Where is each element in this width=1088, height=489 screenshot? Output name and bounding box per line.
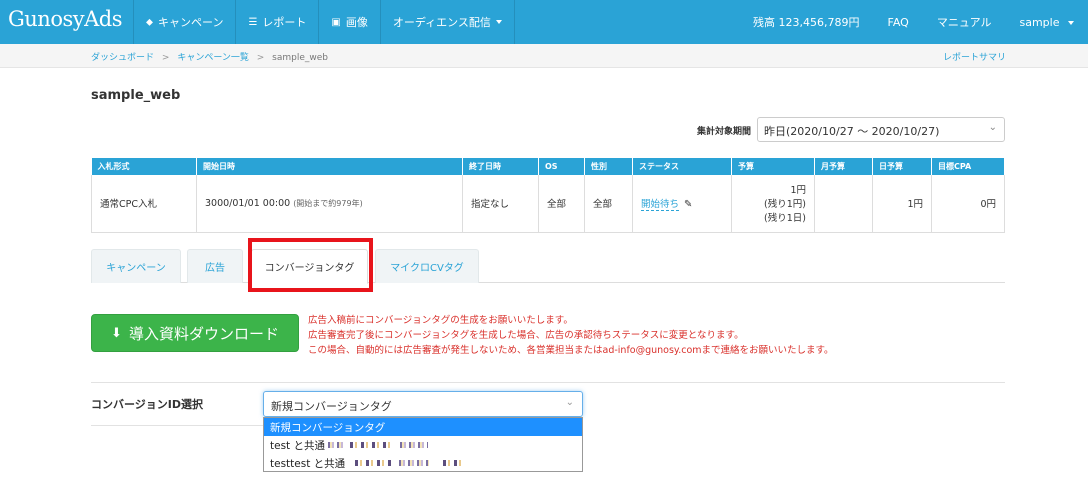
- top-navbar: GunosyAds ⬥ キャンペーン ☰ レポート ▣ 画像 オーディエンス配信…: [0, 0, 1088, 44]
- notice-line: この場合、自動的には広告審査が発生しないため、各営業担当またはad-info@g…: [308, 345, 834, 356]
- nav-audience-label: オーディエンス配信: [392, 16, 491, 29]
- redacted-text: [399, 460, 430, 466]
- cell-os: 全部: [538, 175, 585, 233]
- start-datetime: 3000/01/01 00:00: [205, 197, 291, 209]
- start-note: (開始まで約979年): [293, 198, 363, 208]
- nav-manual[interactable]: マニュアル: [923, 14, 1006, 30]
- budget-remaining: (残り1円): [764, 199, 806, 211]
- option-new-conversion-tag[interactable]: 新規コンバージョンタグ: [264, 418, 582, 436]
- breadcrumb-separator: >: [161, 53, 170, 63]
- nav-faq[interactable]: FAQ: [874, 16, 923, 29]
- cell-status: 開始待ち ✎: [632, 175, 732, 233]
- conversion-id-label: コンバージョンID選択: [91, 398, 204, 411]
- redacted-text: [400, 442, 429, 448]
- cell-gender: 全部: [584, 175, 633, 233]
- user-menu[interactable]: sample: [1006, 16, 1088, 29]
- nav-audience-dropdown[interactable]: オーディエンス配信: [379, 0, 515, 44]
- th-status: ステータス: [632, 158, 732, 175]
- pencil-icon[interactable]: ✎: [684, 199, 692, 210]
- user-name: sample: [1019, 15, 1060, 29]
- cell-bid-type: 通常CPC入札: [91, 175, 197, 233]
- cell-end: 指定なし: [462, 175, 539, 233]
- th-start: 開始日時: [196, 158, 463, 175]
- breadcrumb-campaign-list[interactable]: キャンペーン一覧: [177, 53, 249, 63]
- caret-down-icon: [1068, 20, 1074, 25]
- th-monthly: 月予算: [814, 158, 873, 175]
- nav-campaign-label: キャンペーン: [158, 16, 224, 29]
- tag-icon: ⬥: [146, 16, 153, 28]
- status-link[interactable]: 開始待ち: [641, 199, 680, 212]
- conversion-id-value: 新規コンバージョンタグ: [271, 400, 392, 413]
- tab-micro-cv-tag[interactable]: マイクロCVタグ: [375, 249, 479, 283]
- th-os: OS: [538, 158, 585, 175]
- option-test-shared[interactable]: test と共通: [264, 436, 582, 454]
- budget-value: 1円: [790, 185, 806, 197]
- cell-daily: 1円: [872, 175, 932, 233]
- th-target-cpa: 目標CPA: [931, 158, 1005, 175]
- tab-ads[interactable]: 広告: [187, 249, 243, 283]
- conversion-notice: 広告入稿前にコンバージョンタグの生成をお願いいたします。 広告審査完了後にコンバ…: [308, 313, 834, 358]
- balance: 残高 123,456,789円: [753, 16, 860, 29]
- th-gender: 性別: [584, 158, 633, 175]
- tab-bar: キャンペーン 広告 コンバージョンタグ マイクロCVタグ: [91, 249, 1005, 284]
- download-label: 導入資料ダウンロード: [128, 324, 279, 343]
- breadcrumb-bar: ダッシュボード > キャンペーン一覧 > sample_web レポートサマリ: [0, 44, 1088, 68]
- chevron-down-icon: ⌄: [988, 122, 997, 133]
- period-label: 集計対象期間: [697, 127, 752, 137]
- report-summary-link[interactable]: レポートサマリ: [943, 50, 1006, 63]
- option-label: test と共通: [270, 439, 326, 452]
- notice-line: 広告入稿前にコンバージョンタグの生成をお願いいたします。: [308, 315, 573, 326]
- page-title: sample_web: [91, 88, 181, 103]
- breadcrumb-current: sample_web: [272, 53, 329, 63]
- image-icon: ▣: [331, 16, 341, 28]
- campaign-info-table: 入札形式 開始日時 終了日時 OS 性別 ステータス 予算 月予算 日予算 目標…: [91, 158, 1005, 233]
- th-bid-type: 入札形式: [91, 158, 197, 175]
- table-row: 通常CPC入札 3000/01/01 00:00 (開始まで約979年) 指定な…: [91, 175, 1005, 233]
- table-header-row: 入札形式 開始日時 終了日時 OS 性別 ステータス 予算 月予算 日予算 目標…: [91, 158, 1005, 175]
- redacted-text: [443, 460, 462, 466]
- download-icon: ⬇: [111, 325, 122, 341]
- period-select[interactable]: 昨日(2020/10/27 ～ 2020/10/27) ⌄: [757, 117, 1005, 142]
- cell-budget: 1円 (残り1円) (残り1日): [731, 175, 815, 233]
- main-nav: ⬥ キャンペーン ☰ レポート ▣ 画像 オーディエンス配信: [133, 0, 515, 44]
- th-budget: 予算: [731, 158, 815, 175]
- chevron-down-icon: ⌄: [565, 397, 574, 408]
- redacted-text: [328, 442, 345, 448]
- caret-down-icon: [495, 20, 502, 24]
- redacted-text: [350, 442, 395, 448]
- nav-report[interactable]: ☰ レポート: [235, 0, 318, 44]
- notice-line: 広告審査完了後にコンバージョンタグを生成した場合、広告の承認待ちステータスに変更…: [308, 330, 744, 341]
- th-end: 終了日時: [462, 158, 539, 175]
- nav-campaign[interactable]: ⬥ キャンペーン: [133, 0, 235, 44]
- option-testtest-shared[interactable]: testtest と共通: [264, 454, 582, 472]
- cell-monthly: [814, 175, 873, 233]
- cell-target-cpa: 0円: [931, 175, 1005, 233]
- conversion-id-select[interactable]: 新規コンバージョンタグ ⌄: [263, 391, 583, 417]
- nav-image-label: 画像: [345, 16, 368, 29]
- tab-campaign[interactable]: キャンペーン: [91, 249, 181, 283]
- th-daily: 日予算: [872, 158, 932, 175]
- nav-report-label: レポート: [262, 16, 307, 29]
- budget-remaining-days: (残り1日): [764, 213, 806, 225]
- cell-start: 3000/01/01 00:00 (開始まで約979年): [196, 175, 463, 233]
- nav-right: 残高 123,456,789円 FAQ マニュアル sample: [739, 0, 1088, 44]
- period-value: 昨日(2020/10/27 ～ 2020/10/27): [764, 125, 940, 138]
- breadcrumb: ダッシュボード > キャンペーン一覧 > sample_web: [91, 50, 328, 63]
- tab-conversion-tag[interactable]: コンバージョンタグ: [251, 249, 368, 284]
- option-label: 新規コンバージョンタグ: [270, 421, 386, 434]
- divider: [91, 382, 1005, 383]
- redacted-text: [355, 460, 392, 466]
- option-label: testtest と共通: [270, 457, 346, 470]
- nav-image[interactable]: ▣ 画像: [318, 0, 379, 44]
- download-materials-button[interactable]: ⬇ 導入資料ダウンロード: [91, 314, 299, 352]
- breadcrumb-dashboard[interactable]: ダッシュボード: [91, 53, 154, 63]
- list-icon: ☰: [248, 16, 258, 28]
- breadcrumb-separator: >: [256, 53, 265, 63]
- brand-logo[interactable]: GunosyAds: [8, 7, 123, 31]
- conversion-id-dropdown: 新規コンバージョンタグ test と共通 testtest と共通: [263, 417, 583, 472]
- divider: [91, 425, 263, 426]
